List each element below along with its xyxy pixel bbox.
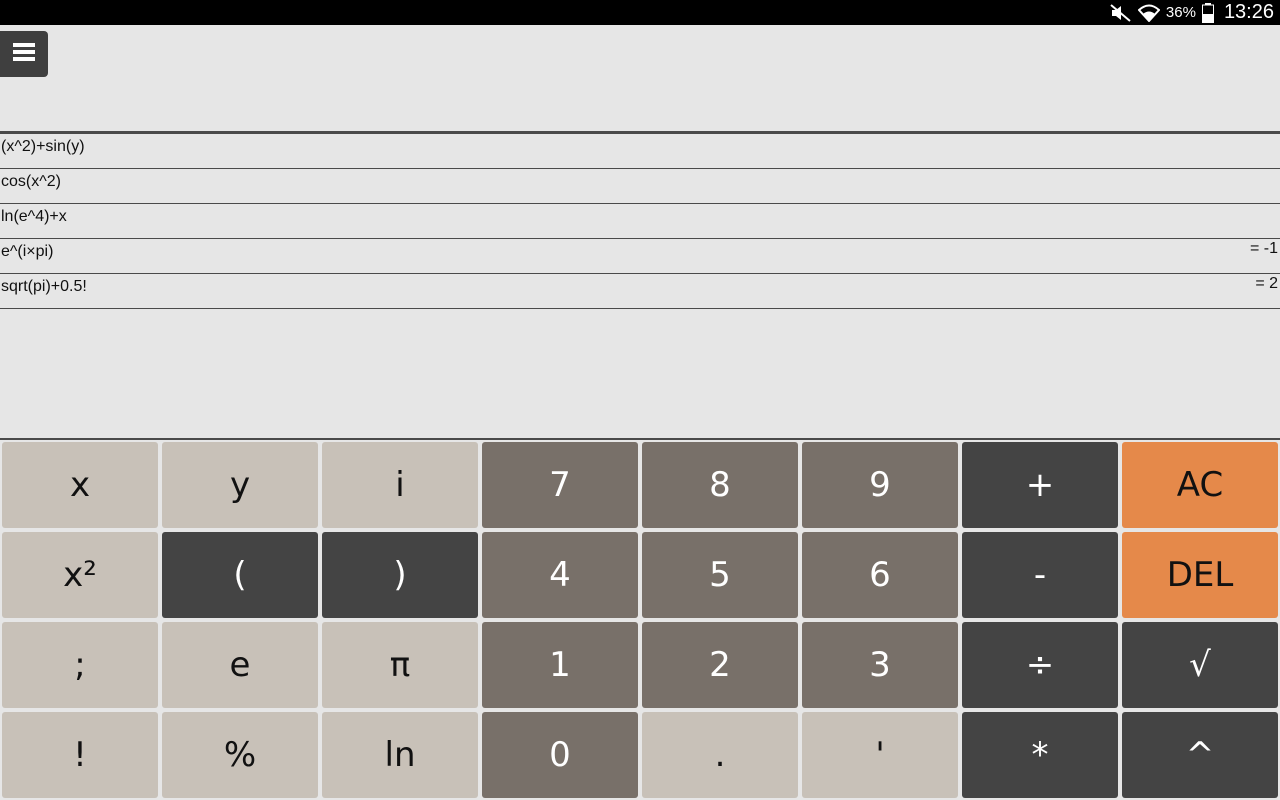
key-factorial[interactable]: ! [2,712,158,798]
status-icons: 36% 13:26 [1110,0,1274,25]
key-semicolon[interactable]: ; [2,622,158,708]
battery-icon [1201,2,1214,23]
key-open-paren[interactable]: ( [162,532,318,618]
key-7[interactable]: 7 [482,442,638,528]
history-expression: cos(x^2) [1,173,61,190]
history-result: = -1 [1249,240,1278,257]
key-x[interactable]: x [2,442,158,528]
key-y[interactable]: y [162,442,318,528]
key-0[interactable]: 0 [482,712,638,798]
key-i[interactable]: i [322,442,478,528]
key-decimal[interactable]: . [642,712,798,798]
history-row[interactable]: sqrt(pi)+0.5! = 2 [0,274,1280,309]
history-row[interactable]: cos(x^2) [0,169,1280,204]
key-ln[interactable]: ln [322,712,478,798]
key-delete[interactable]: DEL [1122,532,1278,618]
key-1[interactable]: 1 [482,622,638,708]
key-e[interactable]: e [162,622,318,708]
key-3[interactable]: 3 [802,622,958,708]
battery-percent: 36% [1165,4,1196,21]
toolbar [0,25,1280,134]
menu-button[interactable] [0,31,48,77]
key-close-paren[interactable]: ) [322,532,478,618]
key-multiply[interactable]: * [962,712,1118,798]
history-row[interactable]: (x^2)+sin(y) [0,134,1280,169]
key-8[interactable]: 8 [642,442,798,528]
mute-icon [1110,3,1132,22]
key-minus[interactable]: - [962,532,1118,618]
hamburger-menu-icon [13,43,35,65]
history-expression: sqrt(pi)+0.5! [1,278,87,295]
keypad: x y i 7 8 9 + AC x² ( ) 4 5 6 - DEL ; e … [0,440,1280,800]
key-sqrt[interactable]: √ [1122,622,1278,708]
key-pi[interactable]: π [322,622,478,708]
key-apostrophe[interactable]: ' [802,712,958,798]
key-2[interactable]: 2 [642,622,798,708]
history-list: (x^2)+sin(y) cos(x^2) ln(e^4)+x e^(i×pi)… [0,134,1280,309]
wifi-icon [1137,4,1160,22]
history-expression: (x^2)+sin(y) [1,138,85,155]
clock: 13:26 [1223,1,1274,23]
key-5[interactable]: 5 [642,532,798,618]
key-power[interactable]: ^ [1122,712,1278,798]
history-row[interactable]: ln(e^4)+x [0,204,1280,239]
key-percent[interactable]: % [162,712,318,798]
key-x-squared[interactable]: x² [2,532,158,618]
key-plus[interactable]: + [962,442,1118,528]
key-9[interactable]: 9 [802,442,958,528]
status-bar: 36% 13:26 [0,0,1280,25]
history-result: = 2 [1255,275,1278,292]
key-4[interactable]: 4 [482,532,638,618]
key-6[interactable]: 6 [802,532,958,618]
history-expression: e^(i×pi) [1,243,54,260]
key-all-clear[interactable]: AC [1122,442,1278,528]
history-row[interactable]: e^(i×pi) = -1 [0,239,1280,274]
history-expression: ln(e^4)+x [1,208,67,225]
key-divide[interactable]: ÷ [962,622,1118,708]
